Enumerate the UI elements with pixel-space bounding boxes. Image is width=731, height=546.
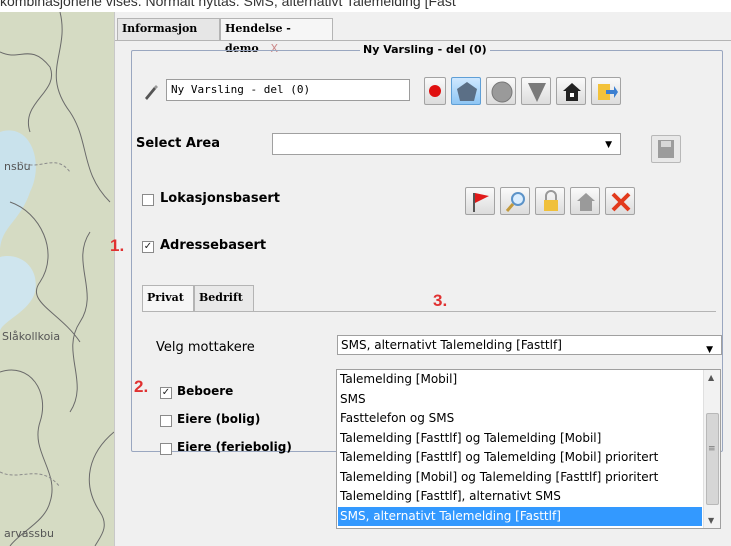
dropdown-chevron-icon: ▼ <box>706 345 713 355</box>
option-fasttelefon-og-sms[interactable]: Fasttelefon og SMS <box>338 409 702 429</box>
home-disabled-button[interactable] <box>570 187 600 215</box>
name-input[interactable]: Ny Varsling - del (0) <box>166 79 410 101</box>
map-label-arvassbu: arvassbu <box>4 527 54 540</box>
map-view[interactable]: nsbu Slåkollkoia arvassbu <box>0 12 114 546</box>
tab-divider <box>115 40 731 41</box>
chevron-down-icon: ▼ <box>605 140 612 150</box>
record-button[interactable] <box>424 77 446 105</box>
lock-button[interactable] <box>535 187 565 215</box>
shield-tool-button[interactable] <box>521 77 551 105</box>
options-scrollbar[interactable]: ▲ ≡ ▼ <box>703 370 720 528</box>
circle-tool-button[interactable] <box>486 77 516 105</box>
eiere-bolig-checkbox[interactable] <box>160 415 172 427</box>
lokasjonsbasert-label: Lokasjonsbasert <box>160 191 281 206</box>
velg-mottakere-options[interactable]: Talemelding [Mobil] SMS Fasttelefon og S… <box>336 369 721 529</box>
notification-panel: Informasjon Hendelse - demo X Ny Varslin… <box>110 12 731 546</box>
shield-icon <box>528 83 546 102</box>
magnifier-icon <box>505 192 525 212</box>
eiere-feriebolig-checkbox[interactable] <box>160 443 172 455</box>
record-icon <box>429 85 441 97</box>
folder-arrow-icon <box>598 84 618 100</box>
velg-mottakere-dropdown[interactable]: SMS, alternativt Talemelding [Fasttlf] ▼ <box>337 335 722 355</box>
tab-privat-label: Privat <box>147 291 184 304</box>
option-tale-fast-og-mobil[interactable]: Talemelding [Fasttlf] og Talemelding [Mo… <box>338 429 702 449</box>
eiere-feriebolig-label: Eiere (feriebolig) <box>177 440 292 454</box>
flag-button[interactable] <box>465 187 495 215</box>
tab-privat[interactable]: Privat <box>142 285 194 311</box>
tab-informasjon[interactable]: Informasjon <box>117 18 220 40</box>
pencil-icon <box>145 85 158 100</box>
house-icon <box>563 83 581 101</box>
option-tale-mobil-og-fast-prioritert[interactable]: Talemelding [Mobil] og Talemelding [Fast… <box>338 468 702 488</box>
scroll-down-icon[interactable]: ▼ <box>708 516 714 525</box>
house-tool-button[interactable] <box>556 77 586 105</box>
scroll-up-icon[interactable]: ▲ <box>708 373 714 382</box>
option-tale-fast-og-mobil-prioritert[interactable]: Talemelding [Fasttlf] og Talemelding [Mo… <box>338 448 702 468</box>
tab-bedrift-label: Bedrift <box>199 291 243 304</box>
zoom-button[interactable] <box>500 187 530 215</box>
save-area-button[interactable] <box>651 135 681 163</box>
velg-mottakere-label: Velg mottakere <box>156 340 255 355</box>
top-text: kombinasjonene vises. Normalt nyttas: SM… <box>0 0 456 9</box>
circle-icon <box>491 81 513 103</box>
select-area-dropdown[interactable]: ▼ <box>272 133 621 155</box>
map-label-nsbu: nsbu <box>4 160 31 173</box>
map-label-slakollkoia: Slåkollkoia <box>2 330 61 343</box>
annotation-3: 3. <box>433 291 448 310</box>
option-tale-fast-alt-sms[interactable]: Talemelding [Fasttlf], alternativt SMS <box>338 487 702 507</box>
lock-icon <box>544 190 558 211</box>
flag-icon <box>473 193 489 212</box>
velg-mottakere-value: SMS, alternativt Talemelding [Fasttlf] <box>341 338 562 352</box>
option-talemelding-mobil[interactable]: Talemelding [Mobil] <box>338 370 702 390</box>
polygon-tool-button[interactable] <box>451 77 481 105</box>
subtab-divider <box>142 311 716 312</box>
scroll-grip-icon: ≡ <box>708 444 716 454</box>
scrollbar-thumb[interactable] <box>706 413 719 505</box>
open-folder-button[interactable] <box>591 77 621 105</box>
home-disabled-icon <box>577 193 595 211</box>
beboere-checkbox[interactable]: ✓ <box>160 387 172 399</box>
adressebasert-checkbox[interactable]: ✓ <box>142 241 154 253</box>
map-terrain <box>0 12 114 546</box>
annotation-1: 1. <box>110 236 125 255</box>
top-cropped-text: kombinasjonene vises. Normalt nyttas: SM… <box>0 0 731 12</box>
save-disk-icon <box>658 140 674 158</box>
eiere-bolig-label: Eiere (bolig) <box>177 412 261 426</box>
adressebasert-label: Adressebasert <box>160 238 267 253</box>
tab-informasjon-label: Informasjon <box>122 22 198 35</box>
delete-button[interactable] <box>605 187 635 215</box>
option-sms-alt-tale-fast[interactable]: SMS, alternativt Talemelding [Fasttlf] <box>338 506 702 526</box>
polygon-icon <box>457 82 477 101</box>
beboere-label: Beboere <box>177 384 234 398</box>
select-area-label: Select Area <box>136 136 220 151</box>
annotation-2: 2. <box>134 377 149 396</box>
lokasjonsbasert-checkbox[interactable] <box>142 194 154 206</box>
group-title: Ny Varsling - del (0) <box>360 43 490 56</box>
tab-bedrift[interactable]: Bedrift <box>194 285 254 311</box>
tab-hendelse-demo[interactable]: Hendelse - demo X <box>220 18 333 55</box>
red-x-icon <box>611 192 631 212</box>
option-sms[interactable]: SMS <box>338 390 702 410</box>
